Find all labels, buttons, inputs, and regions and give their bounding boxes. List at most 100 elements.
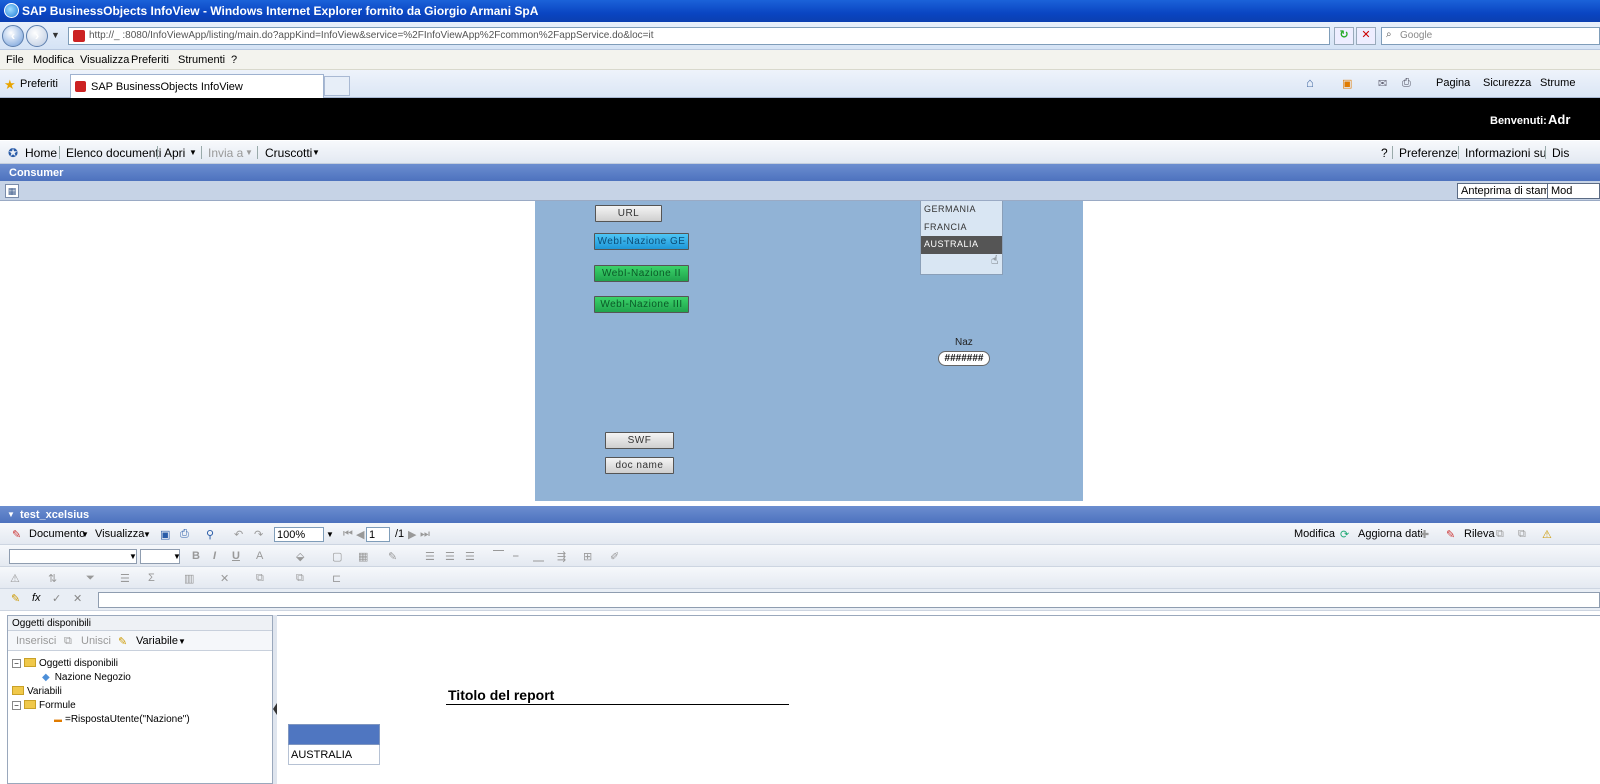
modify-link[interactable]: Modifica: [1294, 528, 1335, 540]
list-item-francia[interactable]: FRANCIA: [921, 219, 1002, 237]
view-dropdown-icon[interactable]: ▼: [143, 530, 151, 539]
refresh-data-icon[interactable]: ⟳: [1340, 528, 1349, 541]
variable-editor-icon[interactable]: ✎: [11, 592, 20, 605]
tab-infoview[interactable]: SAP BusinessObjects InfoView: [70, 74, 324, 98]
font-dropdown-icon[interactable]: ▼: [129, 552, 137, 561]
collapse-arrow-icon[interactable]: ▼: [7, 510, 15, 519]
list-item-australia[interactable]: AUSTRALIA: [921, 236, 1002, 254]
logout-link[interactable]: Dis: [1552, 146, 1569, 160]
forward-button[interactable]: ›: [26, 25, 48, 47]
feeds-icon[interactable]: ▣: [1342, 77, 1352, 90]
underline-icon: U: [232, 550, 240, 562]
tree-root-label: Oggetti disponibili: [39, 658, 118, 669]
list-item-germania[interactable]: GERMANIA: [921, 201, 1002, 219]
preferences-link[interactable]: Preferenze: [1399, 146, 1458, 160]
document-menu[interactable]: Documento: [29, 528, 85, 540]
page-menu[interactable]: Pagina: [1436, 77, 1470, 89]
menu-file[interactable]: File: [6, 54, 24, 66]
swf-button[interactable]: SWF: [605, 432, 674, 449]
address-bar[interactable]: http://_ :8080/InfoViewApp/listing/main.…: [68, 27, 1330, 45]
security-menu[interactable]: Sicurezza: [1483, 77, 1531, 89]
variable-button[interactable]: Variabile: [136, 635, 178, 647]
url-button[interactable]: URL: [595, 205, 662, 222]
favorites-button[interactable]: Preferiti: [20, 78, 58, 90]
font-family-select[interactable]: [9, 549, 137, 564]
search-placeholder: Google: [1400, 30, 1433, 41]
mail-icon[interactable]: ✉: [1378, 77, 1387, 90]
about-link[interactable]: Informazioni su: [1465, 146, 1546, 160]
home-icon[interactable]: ⌂: [1306, 75, 1314, 90]
save-icon[interactable]: ▣: [160, 528, 170, 541]
menu-visualizza[interactable]: Visualizza: [80, 54, 129, 66]
print-icon[interactable]: ⎙: [180, 528, 189, 541]
align-top-icon: ⎺: [493, 550, 504, 562]
ie-logo-icon: [4, 3, 19, 18]
zoom-input[interactable]: 100%: [274, 527, 324, 542]
validate-icon[interactable]: ✓: [52, 592, 61, 605]
favorites-star-icon[interactable]: ★: [4, 77, 16, 93]
outline-icon[interactable]: ⚠: [1542, 528, 1552, 541]
table-header-cell[interactable]: [288, 724, 380, 745]
help-link[interactable]: ?: [1381, 146, 1388, 160]
menu-help[interactable]: ?: [231, 54, 237, 66]
modify-button[interactable]: Mod: [1547, 183, 1600, 199]
home-link[interactable]: Home: [25, 146, 57, 160]
consumer-toolbar: ▦ Anteprima di stampa Mod: [0, 181, 1600, 201]
naz-value-field: #######: [938, 351, 990, 366]
dashboards-dropdown-icon[interactable]: ▼: [312, 148, 320, 157]
menu-strumenti[interactable]: Strumenti: [178, 54, 225, 66]
variable-dropdown-icon[interactable]: ▼: [178, 637, 186, 646]
menu-modifica[interactable]: Modifica: [33, 54, 74, 66]
report-title[interactable]: Titolo del report: [448, 687, 554, 703]
tree-root[interactable]: − Oggetti disponibili: [12, 658, 118, 669]
wrap-text-icon: ⇶: [557, 551, 567, 563]
document-list-link[interactable]: Elenco documenti: [66, 146, 161, 160]
align-center-icon: ☰: [445, 551, 455, 563]
cancel-formula-icon[interactable]: ✕: [73, 592, 82, 605]
doc-name-button[interactable]: doc name: [605, 457, 674, 474]
collapse-icon[interactable]: −: [12, 701, 21, 710]
refresh-button[interactable]: ↻: [1334, 27, 1354, 45]
refresh-data-button[interactable]: Aggiorna dati: [1358, 528, 1423, 540]
track-changes-button[interactable]: Rileva: [1464, 528, 1495, 540]
formula-editor-icon[interactable]: fx: [32, 592, 41, 604]
country-list-box[interactable]: GERMANIA FRANCIA AUSTRALIA ☝: [920, 201, 1003, 275]
grid-view-icon[interactable]: ▦: [5, 184, 19, 198]
history-dropdown-icon[interactable]: ▼: [51, 30, 60, 40]
filter-bar-icon: ⧉: [1518, 528, 1526, 540]
print-icon[interactable]: ⎙: [1402, 77, 1411, 90]
size-dropdown-icon[interactable]: ▼: [173, 552, 181, 561]
document-dropdown-icon[interactable]: ▼: [81, 530, 89, 539]
merge-cells-icon: ⊞: [583, 551, 593, 563]
dimension-icon: ◆: [42, 672, 50, 683]
line-color-icon: ✎: [388, 551, 398, 563]
tree-item-nazione-negozio[interactable]: ◆ Nazione Negozio: [42, 672, 131, 683]
webi-document-header: ▼ test_xcelsius: [0, 506, 1600, 523]
stop-button[interactable]: ✕: [1356, 27, 1376, 45]
tree-formulas[interactable]: − Formule: [12, 700, 76, 711]
collapse-icon[interactable]: −: [12, 659, 21, 668]
page-input[interactable]: 1: [366, 527, 390, 542]
view-menu[interactable]: Visualizza: [95, 528, 144, 540]
formula-input[interactable]: [98, 592, 1600, 608]
webi-nazione-ge-button[interactable]: WebI-Nazione GE: [594, 233, 689, 250]
dashboards-menu[interactable]: Cruscotti: [265, 146, 312, 160]
tree-variables-label: Variabili: [27, 686, 62, 697]
table-cell[interactable]: AUSTRALIA: [288, 745, 380, 765]
find-icon[interactable]: ⚲: [206, 528, 214, 541]
webi-nazione-ii-button[interactable]: WebI-Nazione II: [594, 265, 689, 282]
open-menu[interactable]: Apri: [164, 146, 185, 160]
webi-nazione-iii-button[interactable]: WebI-Nazione III: [594, 296, 689, 313]
font-color-icon: A: [256, 550, 264, 562]
menu-preferiti[interactable]: Preferiti: [131, 54, 169, 66]
tools-menu[interactable]: Strume: [1540, 77, 1575, 89]
new-tab-button[interactable]: [324, 76, 350, 96]
open-dropdown-icon[interactable]: ▼: [189, 148, 197, 157]
search-input[interactable]: ⌕ Google: [1381, 27, 1600, 45]
back-button[interactable]: ‹: [2, 25, 24, 47]
tree-variables[interactable]: Variabili: [12, 686, 62, 697]
track-icon[interactable]: ✎: [1446, 528, 1455, 541]
zoom-dropdown-icon[interactable]: ▼: [326, 530, 334, 539]
tree-item-formula[interactable]: ▬ =RispostaUtente("Nazione"): [54, 714, 190, 725]
folder-icon: [24, 658, 36, 667]
